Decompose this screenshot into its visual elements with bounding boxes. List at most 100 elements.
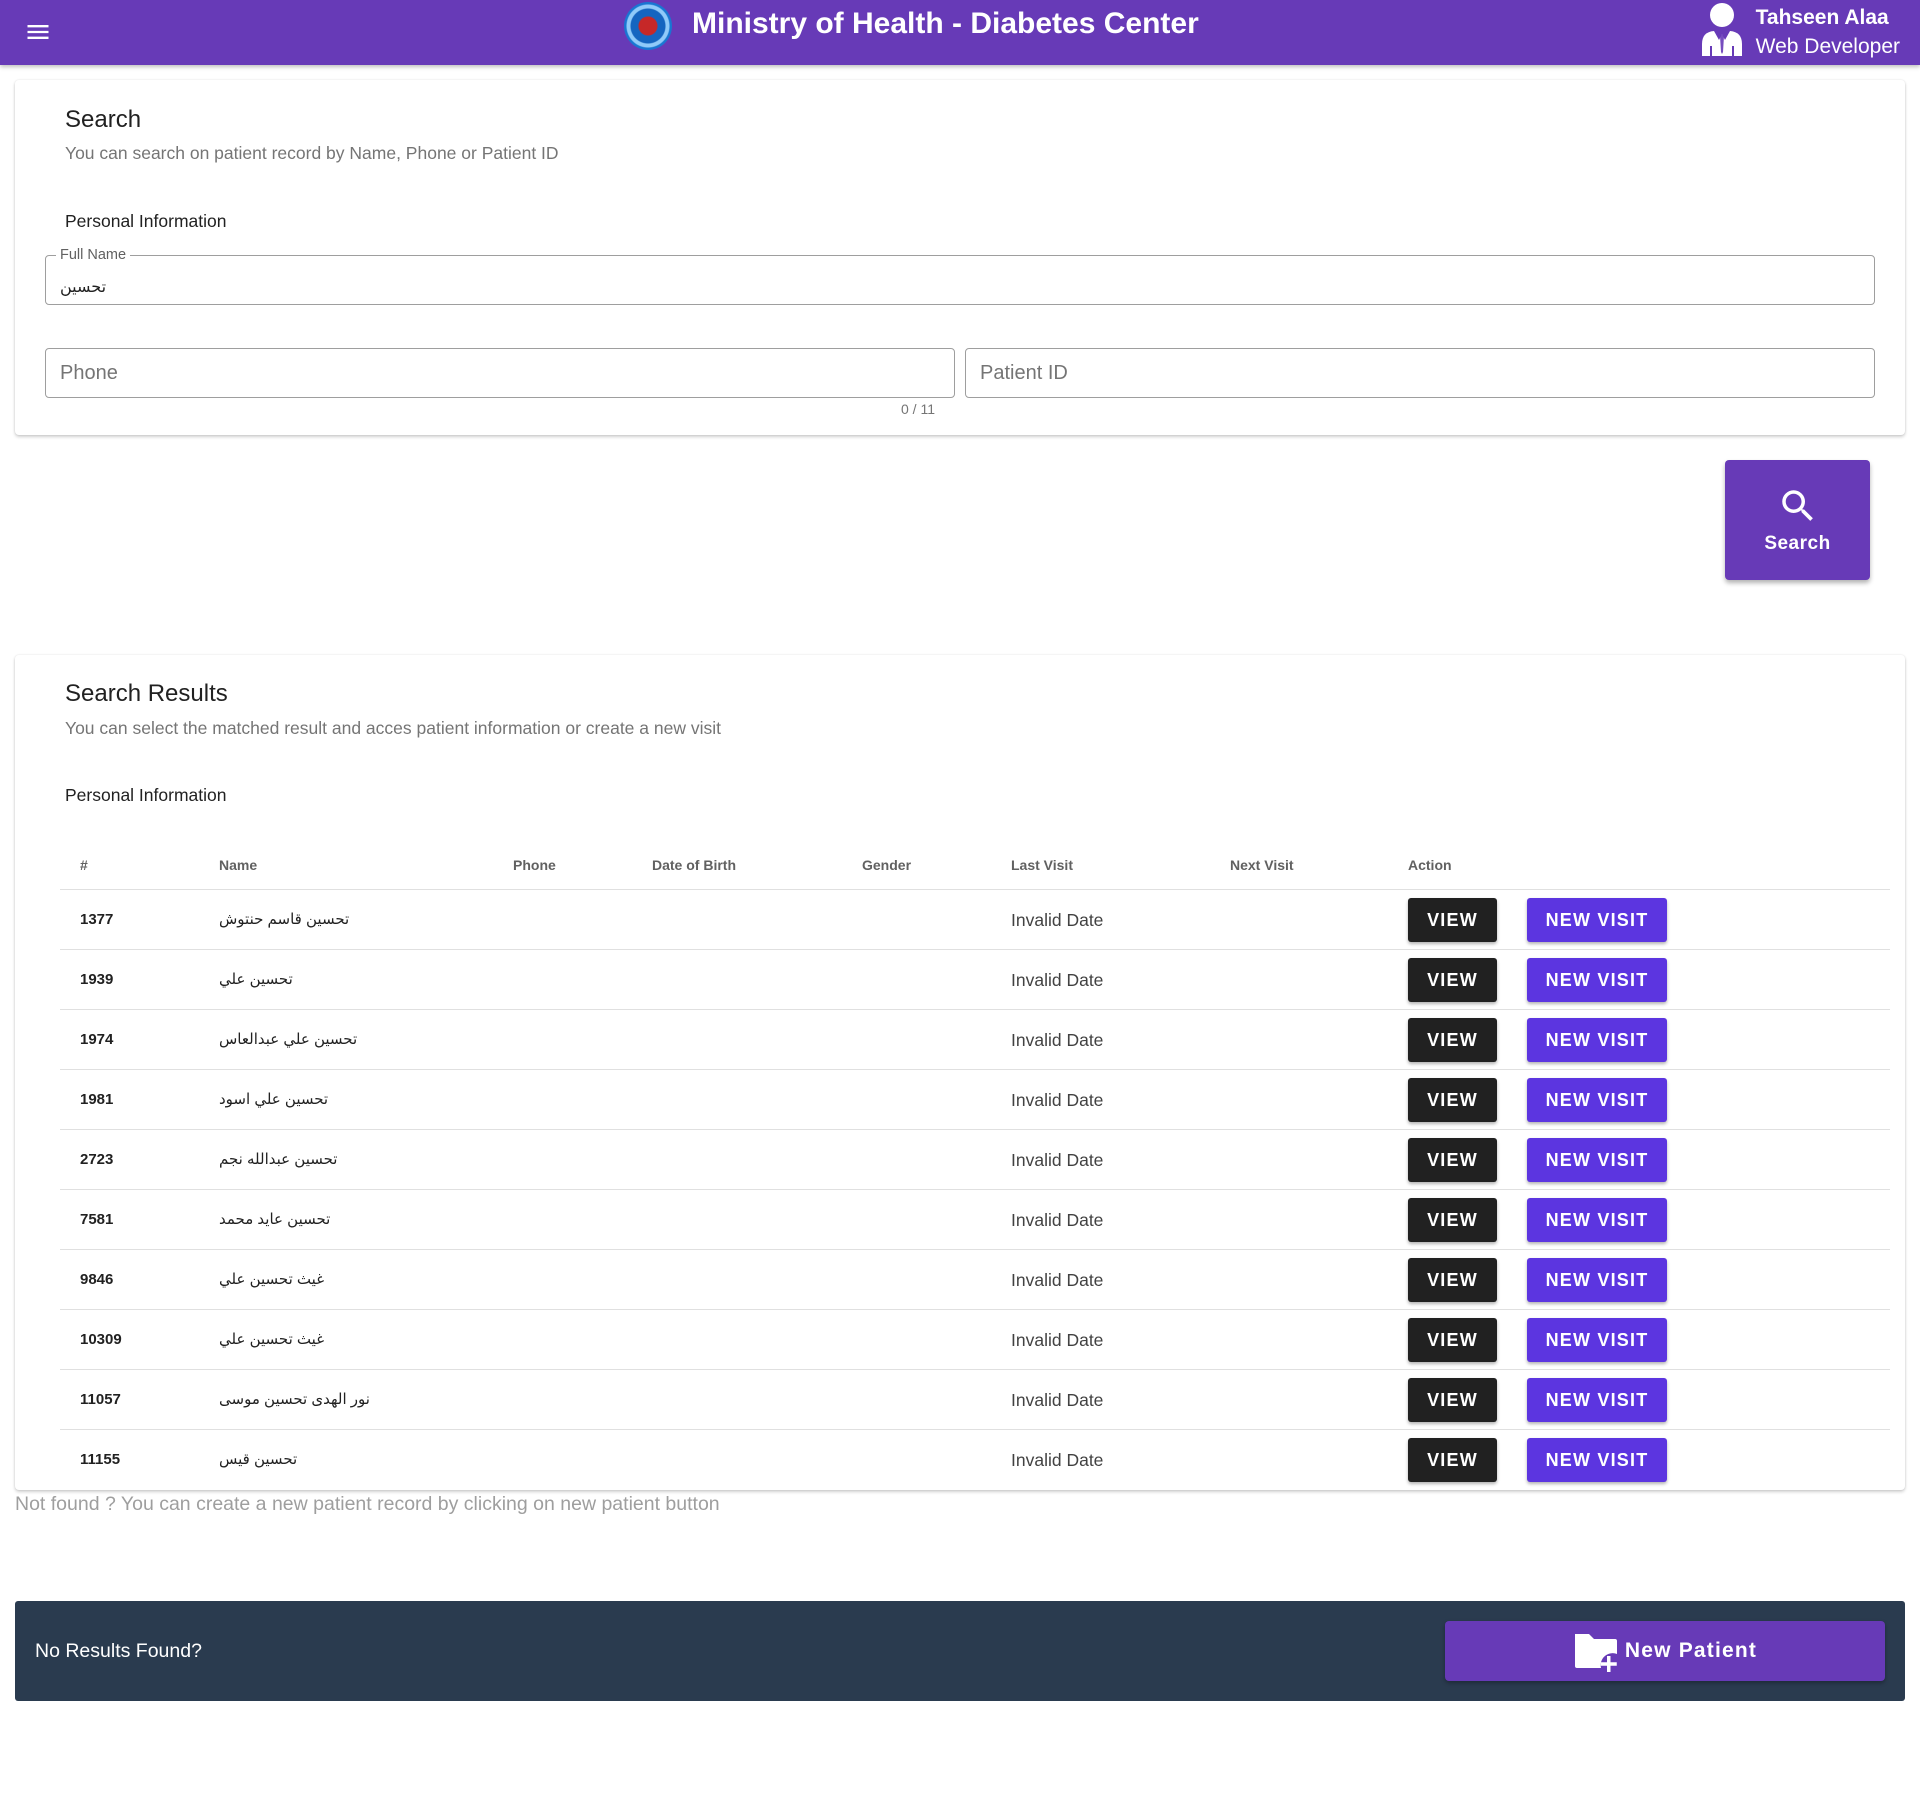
ministry-logo	[624, 2, 672, 50]
new-visit-button[interactable]: NEW VISIT	[1527, 898, 1667, 942]
full-name-input[interactable]	[46, 256, 1874, 304]
results-card: Search Results You can select the matche…	[15, 655, 1905, 1490]
no-results-bar: No Results Found? New Patient	[15, 1601, 1905, 1701]
new-visit-button[interactable]: NEW VISIT	[1527, 1378, 1667, 1422]
new-visit-button[interactable]: NEW VISIT	[1527, 1198, 1667, 1242]
search-card: Search You can search on patient record …	[15, 80, 1905, 435]
col-name: Name	[219, 857, 258, 873]
new-patient-label: New Patient	[1624, 1639, 1758, 1662]
magnify-icon	[1781, 490, 1813, 521]
col-dob: Date of Birth	[652, 857, 736, 873]
table-row: 11057 نور الهدى تحسين موسى Invalid Date …	[60, 1370, 1890, 1430]
row-last-visit: Invalid Date	[1011, 1030, 1104, 1050]
results-section-label: Personal Information	[65, 785, 227, 805]
row-name: تحسين علي عبدالعاس	[219, 1031, 358, 1048]
search-card-title: Search	[65, 106, 142, 133]
view-button[interactable]: VIEW	[1408, 1138, 1497, 1182]
row-last-visit: Invalid Date	[1011, 1450, 1104, 1470]
view-button[interactable]: VIEW	[1408, 1258, 1497, 1302]
phone-input[interactable]	[46, 349, 954, 397]
table-row: 7581 تحسين عايد محمد Invalid Date VIEW N…	[60, 1190, 1890, 1250]
row-name: تحسين علي اسود	[219, 1091, 329, 1108]
row-name: تحسين قيس	[219, 1451, 298, 1468]
folder-plus-icon	[1574, 1634, 1617, 1672]
row-id: 1974	[80, 1031, 114, 1048]
new-patient-button[interactable]: New Patient	[1445, 1621, 1885, 1681]
table-row: 1377 تحسين قاسم حنتوش Invalid Date VIEW …	[60, 890, 1890, 950]
app-title: Ministry of Health - Diabetes Center	[692, 7, 1199, 40]
user-tie-icon	[1698, 2, 1746, 61]
row-id: 1939	[80, 971, 114, 988]
phone-field[interactable]	[45, 348, 955, 398]
row-last-visit: Invalid Date	[1011, 910, 1104, 930]
new-visit-button[interactable]: NEW VISIT	[1527, 1438, 1667, 1482]
row-name: تحسين عبدالله نجم	[219, 1151, 338, 1168]
new-visit-button[interactable]: NEW VISIT	[1527, 958, 1667, 1002]
view-button[interactable]: VIEW	[1408, 1018, 1497, 1062]
row-name: تحسين علي	[219, 971, 293, 988]
new-visit-button[interactable]: NEW VISIT	[1527, 1078, 1667, 1122]
col-next-visit: Next Visit	[1230, 857, 1294, 873]
col-phone: Phone	[513, 857, 556, 873]
view-button[interactable]: VIEW	[1408, 1198, 1497, 1242]
row-id: 7581	[80, 1211, 114, 1228]
results-table: # Name Phone Date of Birth Gender Last V…	[60, 840, 1890, 1490]
search-card-subtitle: You can search on patient record by Name…	[65, 143, 559, 163]
full-name-label: Full Name	[56, 247, 131, 263]
row-id: 9846	[80, 1271, 114, 1288]
row-name: غيث تحسين علي	[219, 1271, 325, 1288]
results-card-title: Search Results	[65, 680, 228, 707]
row-name: نور الهدى تحسين موسى	[219, 1391, 370, 1408]
patient-id-field[interactable]	[965, 348, 1875, 398]
view-button[interactable]: VIEW	[1408, 1378, 1497, 1422]
row-id: 1377	[80, 911, 114, 928]
table-row: 1981 تحسين علي اسود Invalid Date VIEW NE…	[60, 1070, 1890, 1130]
table-row: 1939 تحسين علي Invalid Date VIEW NEW VIS…	[60, 950, 1890, 1010]
col-action: Action	[1408, 857, 1452, 873]
table-row: 1974 تحسين علي عبدالعاس Invalid Date VIE…	[60, 1010, 1890, 1070]
col-number: #	[80, 857, 88, 873]
col-last-visit: Last Visit	[1011, 857, 1073, 873]
row-last-visit: Invalid Date	[1011, 1390, 1104, 1410]
row-last-visit: Invalid Date	[1011, 1150, 1104, 1170]
row-id: 11057	[80, 1391, 121, 1408]
table-row: 10309 غيث تحسين علي Invalid Date VIEW NE…	[60, 1310, 1890, 1370]
new-visit-button[interactable]: NEW VISIT	[1527, 1018, 1667, 1062]
view-button[interactable]: VIEW	[1408, 898, 1497, 942]
personal-info-label: Personal Information	[65, 211, 227, 231]
results-card-subtitle: You can select the matched result and ac…	[65, 718, 721, 738]
not-found-hint: Not found ? You can create a new patient…	[15, 1493, 720, 1515]
search-button-label: Search	[1764, 533, 1831, 554]
menu-button[interactable]	[18, 12, 58, 52]
user-profile[interactable]: Tahseen Alaa Web Developer	[1698, 2, 1900, 61]
view-button[interactable]: VIEW	[1408, 1078, 1497, 1122]
no-results-text: No Results Found?	[35, 1640, 202, 1662]
new-visit-button[interactable]: NEW VISIT	[1527, 1138, 1667, 1182]
row-name: تحسين قاسم حنتوش	[219, 911, 350, 928]
view-button[interactable]: VIEW	[1408, 958, 1497, 1002]
row-id: 2723	[80, 1151, 114, 1168]
row-last-visit: Invalid Date	[1011, 1090, 1104, 1110]
row-name: تحسين عايد محمد	[219, 1211, 331, 1228]
view-button[interactable]: VIEW	[1408, 1438, 1497, 1482]
new-visit-button[interactable]: NEW VISIT	[1527, 1318, 1667, 1362]
row-last-visit: Invalid Date	[1011, 970, 1104, 990]
row-id: 1981	[80, 1091, 114, 1108]
view-button[interactable]: VIEW	[1408, 1318, 1497, 1362]
table-row: 11155 تحسين قيس Invalid Date VIEW NEW VI…	[60, 1430, 1890, 1490]
col-gender: Gender	[862, 857, 912, 873]
patient-id-input[interactable]	[966, 349, 1874, 397]
table-row: 9846 غيث تحسين علي Invalid Date VIEW NEW…	[60, 1250, 1890, 1310]
menu-icon	[27, 25, 49, 39]
full-name-field[interactable]: Full Name	[45, 247, 1875, 305]
row-last-visit: Invalid Date	[1011, 1270, 1104, 1290]
search-button[interactable]: Search	[1725, 460, 1870, 580]
user-role: Web Developer	[1755, 34, 1900, 58]
row-id: 10309	[80, 1331, 122, 1348]
row-name: غيث تحسين علي	[219, 1331, 325, 1348]
new-visit-button[interactable]: NEW VISIT	[1527, 1258, 1667, 1302]
app-bar: Ministry of Health - Diabetes Center Tah…	[0, 0, 1920, 65]
table-header: # Name Phone Date of Birth Gender Last V…	[60, 840, 1890, 890]
table-row: 2723 تحسين عبدالله نجم Invalid Date VIEW…	[60, 1130, 1890, 1190]
row-last-visit: Invalid Date	[1011, 1330, 1104, 1350]
